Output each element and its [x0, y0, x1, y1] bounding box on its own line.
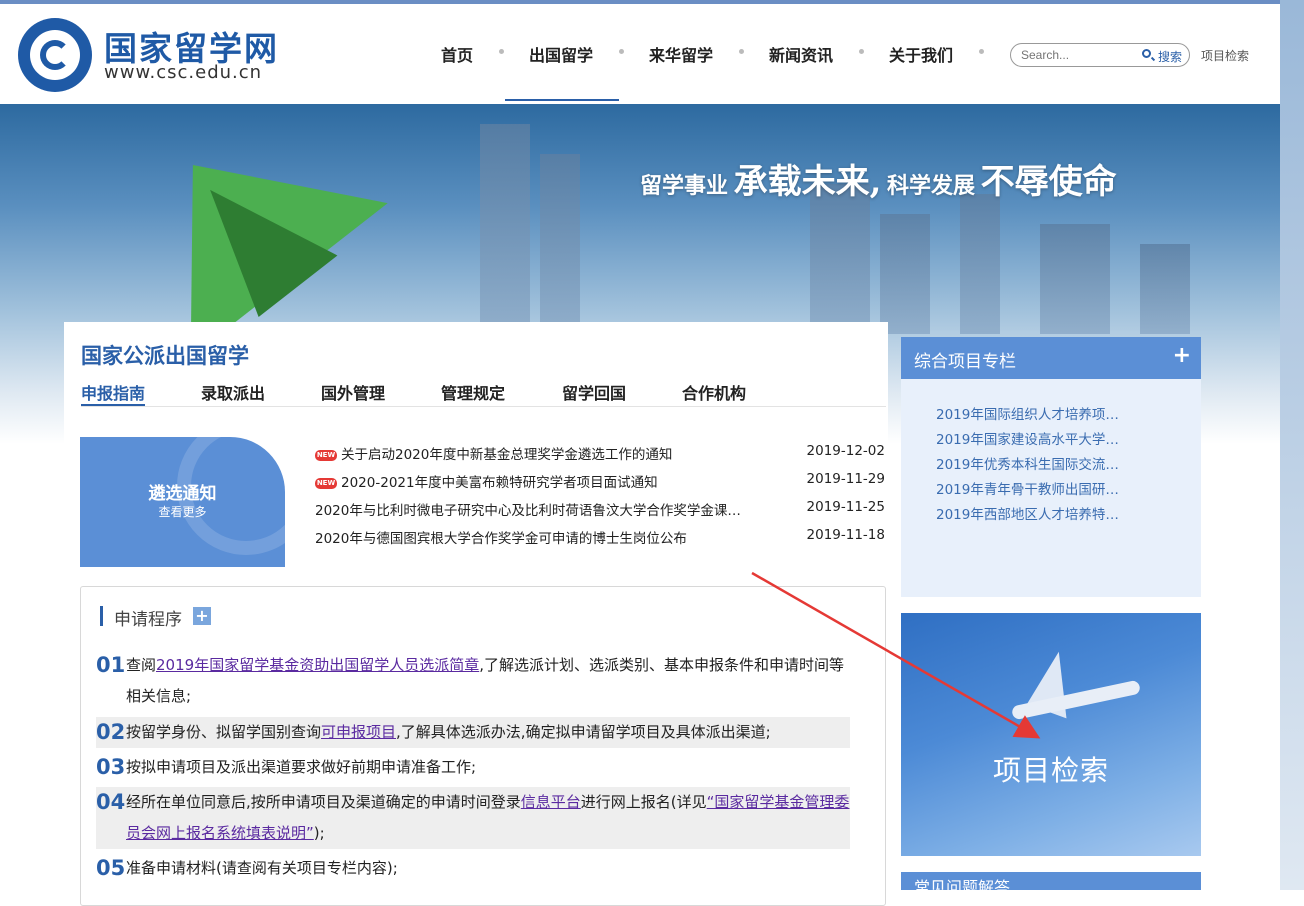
- annotation-arrow: [751, 571, 1041, 739]
- browser-edge: [1280, 0, 1304, 890]
